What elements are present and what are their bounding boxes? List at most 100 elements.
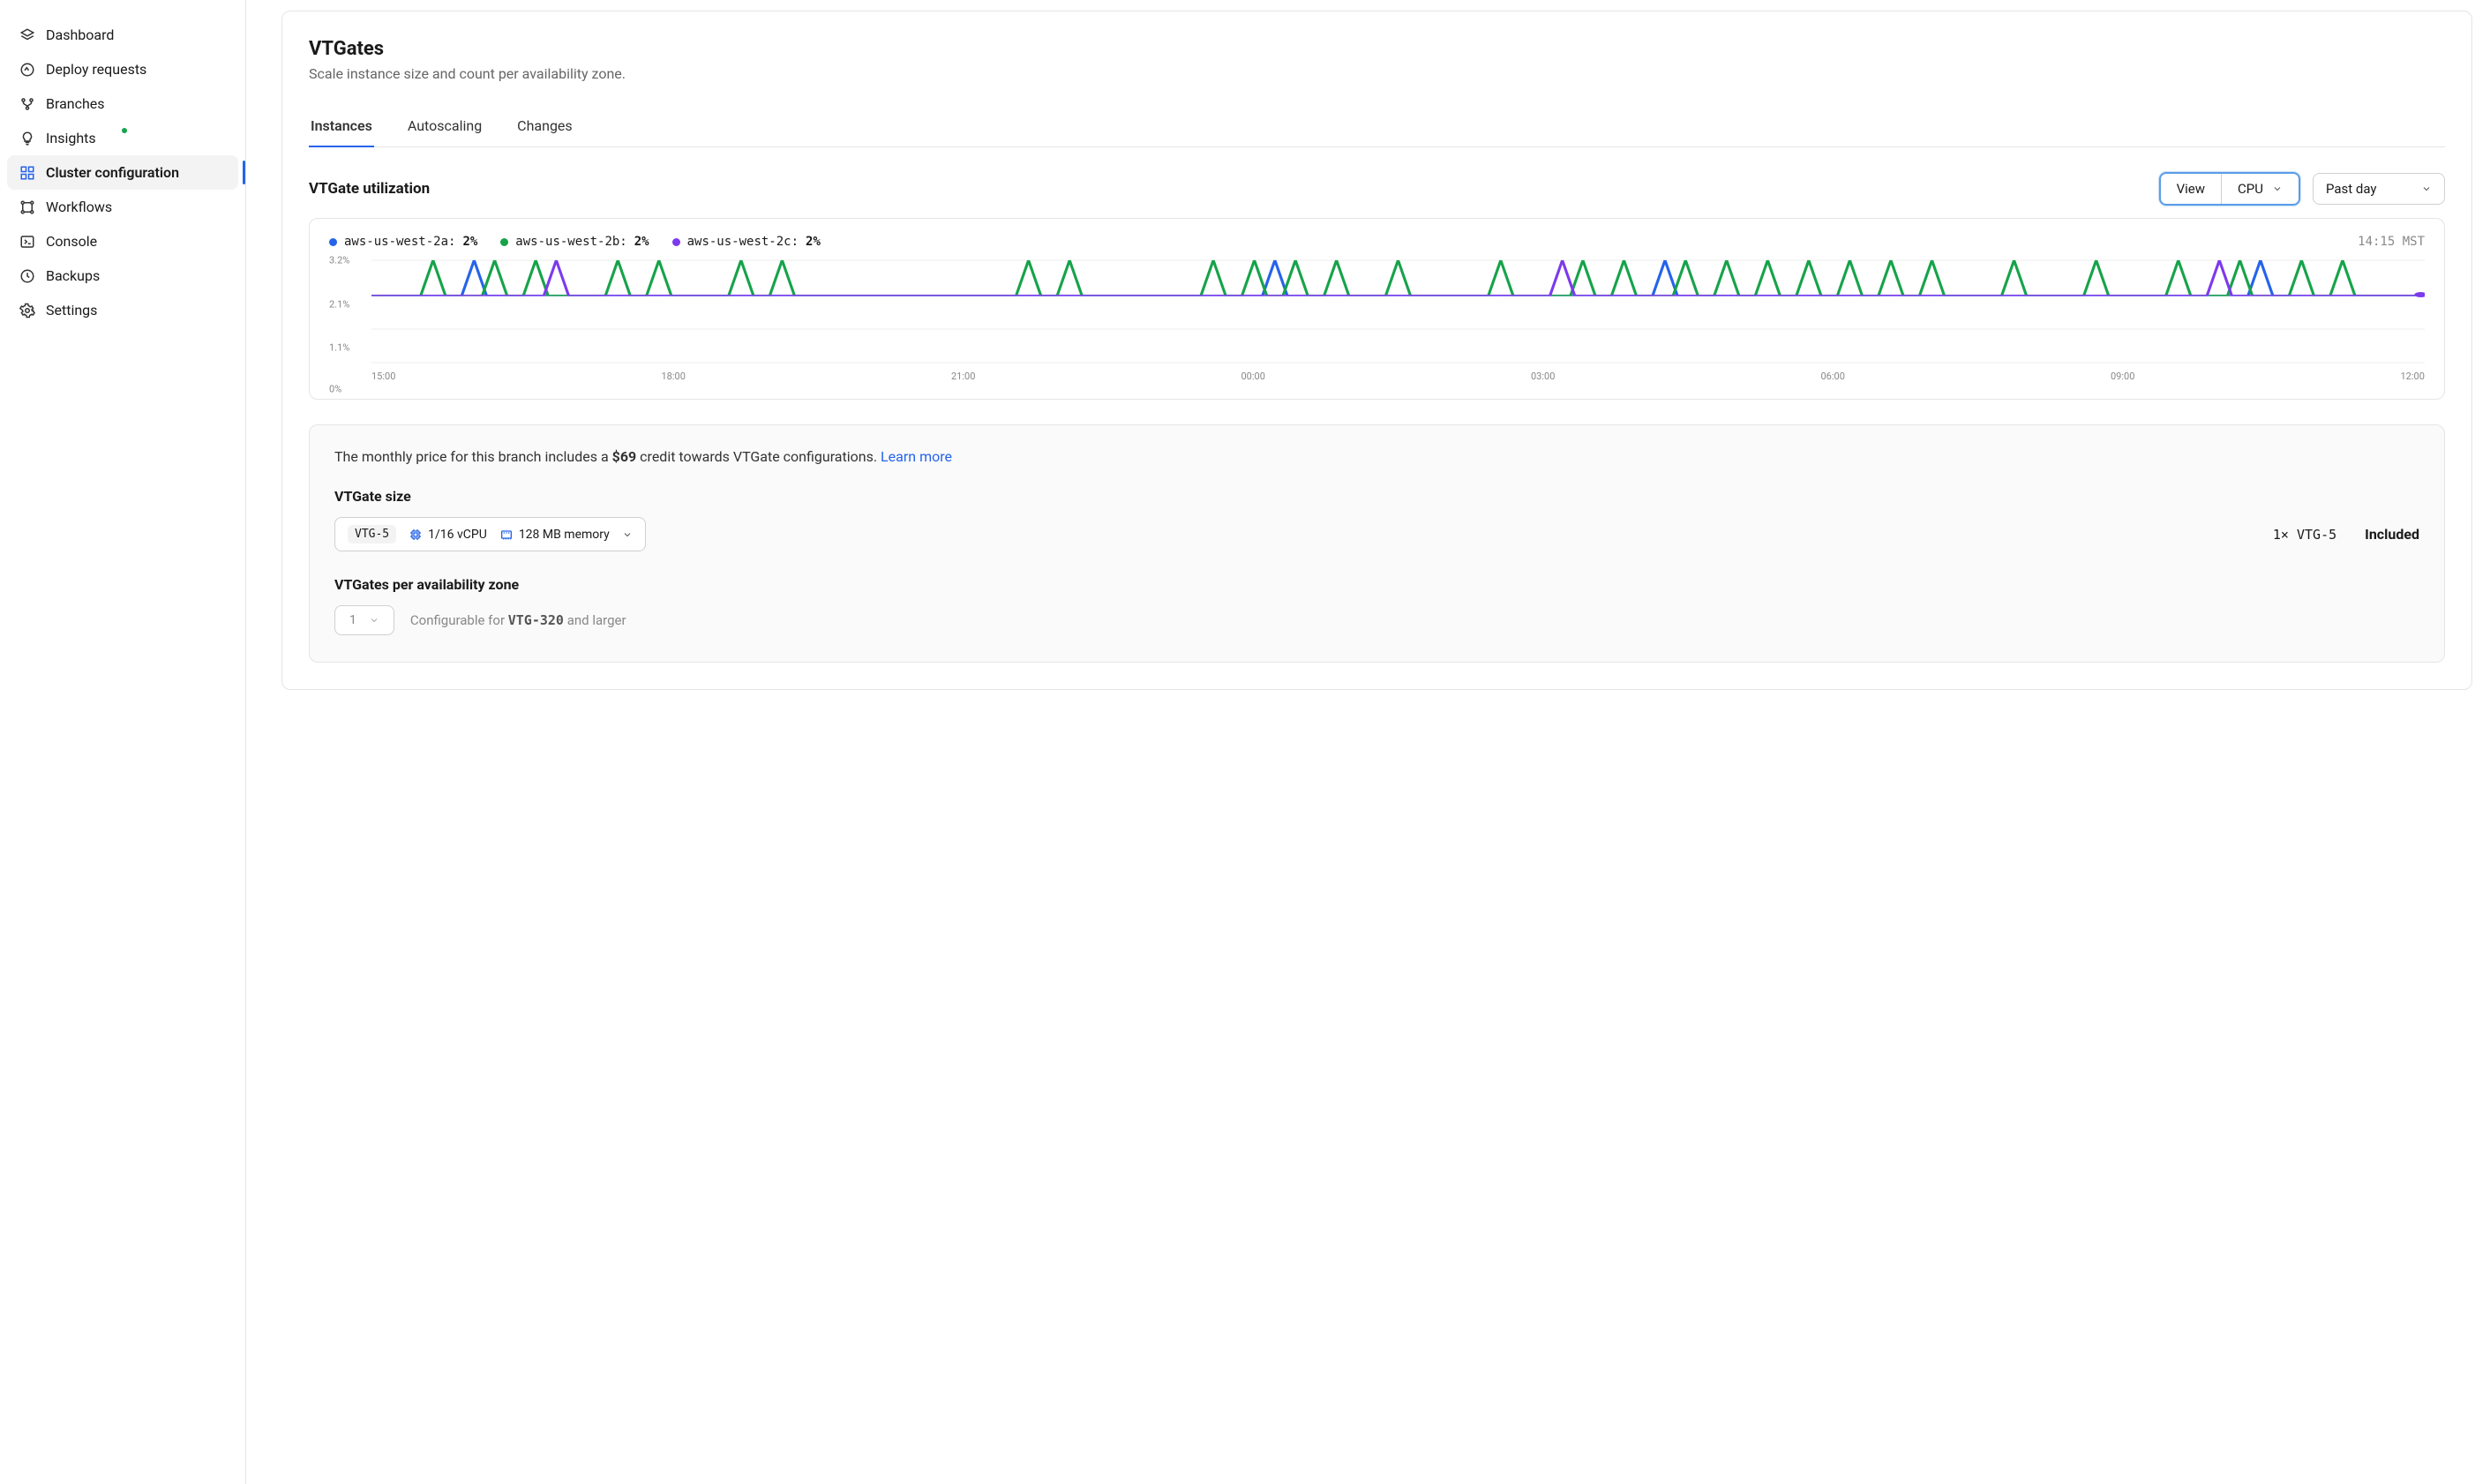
tab-label: Instances	[311, 117, 372, 134]
tab-label: Autoscaling	[408, 117, 482, 134]
per-az-row: 1 Configurable for VTG-320 and larger	[334, 605, 2419, 635]
sidebar-item-branches[interactable]: Branches	[7, 86, 238, 121]
tabs: Instances Autoscaling Changes	[309, 109, 2445, 147]
per-az-note: Configurable for VTG-320 and larger	[410, 612, 626, 628]
metric-label: CPU	[2238, 181, 2263, 197]
sidebar-item-label: Deploy requests	[46, 61, 146, 78]
x-tick: 06:00	[1821, 371, 1845, 382]
pricing-suffix: credit towards VTGate configurations.	[636, 448, 881, 465]
x-tick: 00:00	[1241, 371, 1265, 382]
sidebar-item-console[interactable]: Console	[7, 224, 238, 259]
time-range-dropdown[interactable]: Past day	[2313, 173, 2445, 205]
view-label: View	[2177, 181, 2205, 197]
az-note-prefix: Configurable for	[410, 612, 508, 628]
pricing-text: The monthly price for this branch includ…	[334, 448, 2419, 465]
memory-icon	[499, 528, 514, 542]
chart-area: 3.2% 2.1% 1.1% 0% 15:00 18:00 21:00 00:0…	[329, 258, 2425, 390]
pricing-prefix: The monthly price for this branch includ…	[334, 448, 612, 465]
utilization-controls: View CPU Past day	[2159, 172, 2445, 206]
page-title: VTGates	[309, 38, 2445, 60]
console-icon	[19, 234, 35, 250]
time-range-label: Past day	[2326, 181, 2377, 197]
legend-value: 2%	[634, 235, 649, 249]
y-tick: 2.1%	[329, 298, 349, 310]
pricing-credit: $69	[612, 448, 637, 465]
page-description: Scale instance size and count per availa…	[309, 65, 2445, 82]
chart-svg	[371, 258, 2425, 364]
chart-legend-row: aws-us-west-2a: 2% aws-us-west-2b: 2% aw…	[329, 235, 2425, 249]
bulb-icon	[19, 131, 35, 146]
vtgate-size-picker[interactable]: VTG-5 1/16 vCPU 128 MB memory	[334, 517, 646, 551]
sidebar-item-dashboard[interactable]: Dashboard	[7, 18, 238, 52]
sidebar-item-label: Insights	[46, 130, 96, 146]
x-axis-labels: 15:00 18:00 21:00 00:00 03:00 06:00 09:0…	[329, 371, 2425, 382]
tab-instances[interactable]: Instances	[309, 109, 374, 146]
indicator-dot-icon	[122, 128, 127, 133]
legend-value: 2%	[462, 235, 477, 249]
memory-spec: 128 MB memory	[499, 528, 610, 542]
size-summary: 1× VTG-5 Included	[2273, 526, 2419, 543]
utilization-title: VTGate utilization	[309, 180, 430, 198]
sidebar-item-label: Backups	[46, 267, 100, 284]
sidebar-item-deploy-requests[interactable]: Deploy requests	[7, 52, 238, 86]
tab-autoscaling[interactable]: Autoscaling	[406, 109, 484, 146]
vtgate-size-label: VTGate size	[334, 488, 2419, 505]
memory-text: 128 MB memory	[519, 528, 610, 542]
size-price: Included	[2365, 526, 2419, 543]
x-tick: 09:00	[2111, 371, 2134, 382]
legend-item-2b: aws-us-west-2b: 2%	[500, 235, 649, 249]
legend-name: aws-us-west-2c:	[687, 235, 799, 249]
vcpu-spec: 1/16 vCPU	[409, 528, 487, 542]
size-count: 1× VTG-5	[2273, 527, 2336, 543]
per-az-value: 1	[349, 613, 356, 627]
legend-value: 2%	[806, 235, 821, 249]
sidebar-item-label: Console	[46, 233, 97, 250]
deploy-icon	[19, 62, 35, 78]
x-tick: 12:00	[2401, 371, 2425, 382]
chart-legend: aws-us-west-2a: 2% aws-us-west-2b: 2% aw…	[329, 235, 821, 249]
view-metric-segmented: View CPU	[2159, 172, 2300, 206]
sidebar-item-label: Settings	[46, 302, 97, 319]
y-tick: 3.2%	[329, 255, 349, 266]
legend-dot-icon	[329, 238, 337, 246]
sidebar-item-label: Cluster configuration	[46, 164, 179, 181]
sidebar-item-workflows[interactable]: Workflows	[7, 190, 238, 224]
workflows-icon	[19, 199, 35, 215]
legend-item-2c: aws-us-west-2c: 2%	[672, 235, 821, 249]
learn-more-link[interactable]: Learn more	[881, 448, 952, 465]
tab-changes[interactable]: Changes	[515, 109, 574, 146]
pricing-info-box: The monthly price for this branch includ…	[309, 424, 2445, 663]
per-az-picker: 1	[334, 605, 394, 635]
sidebar-item-label: Dashboard	[46, 26, 114, 43]
chevron-down-icon	[622, 529, 633, 540]
legend-name: aws-us-west-2a:	[344, 235, 455, 249]
layers-icon	[19, 27, 35, 43]
sidebar: Dashboard Deploy requests Branches Insig…	[0, 0, 246, 1484]
x-tick: 15:00	[371, 371, 395, 382]
clock-icon	[19, 268, 35, 284]
utilization-chart-card: aws-us-west-2a: 2% aws-us-west-2b: 2% aw…	[309, 218, 2445, 400]
vtgate-size-row: VTG-5 1/16 vCPU 128 MB memory 1× VTG-5 I…	[334, 517, 2419, 551]
per-az-label: VTGates per availability zone	[334, 576, 2419, 593]
view-button[interactable]: View	[2161, 174, 2221, 204]
sidebar-item-cluster-configuration[interactable]: Cluster configuration	[7, 155, 238, 190]
x-tick: 03:00	[1531, 371, 1555, 382]
chevron-down-icon	[2272, 184, 2283, 194]
metric-dropdown[interactable]: CPU	[2221, 174, 2299, 204]
az-note-suffix: and larger	[564, 612, 626, 628]
sidebar-item-settings[interactable]: Settings	[7, 293, 238, 327]
utilization-header: VTGate utilization View CPU Past day	[309, 172, 2445, 206]
size-badge: VTG-5	[348, 525, 396, 543]
sidebar-item-insights[interactable]: Insights	[7, 121, 238, 155]
y-tick: 0%	[329, 383, 341, 394]
legend-dot-icon	[500, 238, 508, 246]
x-tick: 18:00	[662, 371, 686, 382]
y-tick: 1.1%	[329, 342, 349, 354]
tab-label: Changes	[517, 117, 573, 134]
x-tick: 21:00	[951, 371, 975, 382]
main-content: VTGates Scale instance size and count pe…	[246, 0, 2490, 1484]
chevron-down-icon	[369, 615, 379, 626]
chart-timestamp: 14:15 MST	[2358, 235, 2425, 249]
sidebar-item-backups[interactable]: Backups	[7, 259, 238, 293]
sidebar-item-label: Branches	[46, 95, 105, 112]
